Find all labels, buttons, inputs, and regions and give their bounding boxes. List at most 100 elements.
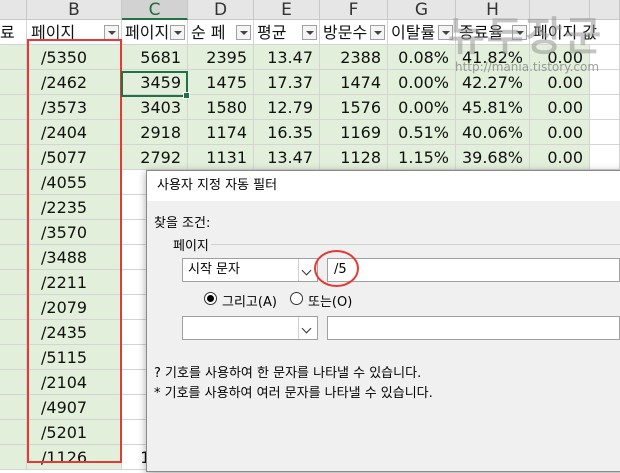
cell-g[interactable]: 0.00% — [388, 70, 456, 95]
column-header-a[interactable] — [0, 0, 27, 20]
cell-d[interactable]: 1131 — [188, 145, 254, 170]
cell-b[interactable]: /5077 — [27, 145, 122, 170]
cell-g[interactable]: 1.15% — [388, 145, 456, 170]
cell-edge[interactable] — [0, 420, 27, 445]
cell-f[interactable]: 1474 — [320, 70, 388, 95]
cell-edge[interactable] — [0, 345, 27, 370]
cell-e[interactable]: 13.47 — [254, 45, 320, 70]
cell-g[interactable]: 0.00% — [388, 95, 456, 120]
cell-i[interactable]: 0.00 — [530, 95, 590, 120]
column-header-b[interactable]: B — [27, 0, 122, 20]
cell-c[interactable]: 2792 — [122, 145, 188, 170]
dialog-title: 사용자 지정 자동 필터 — [147, 171, 620, 201]
cell-d[interactable]: 2395 — [188, 45, 254, 70]
cell-edge[interactable] — [0, 320, 27, 345]
cell-e[interactable]: 12.79 — [254, 95, 320, 120]
cell-edge[interactable] — [0, 120, 27, 145]
cell-c[interactable]: 2918 — [122, 120, 188, 145]
help-text-multiple: * 기호를 사용하여 여러 문자를 나타낼 수 있습니다. — [154, 386, 433, 401]
cell-c[interactable]: 3459 — [122, 70, 188, 95]
cell-f[interactable]: 1128 — [320, 145, 388, 170]
cell-edge[interactable] — [0, 395, 27, 420]
cell-c[interactable]: 5681 — [122, 45, 188, 70]
cell-b[interactable]: /5115 — [27, 345, 122, 370]
header-cell-pageviews: 페이지 — [122, 20, 188, 45]
cell-edge[interactable] — [0, 270, 27, 295]
and-label[interactable]: 그리고(A) — [222, 291, 277, 310]
cell-b[interactable]: /3488 — [27, 245, 122, 270]
help-text-single: ? 기호를 사용하여 한 문자를 나타낼 수 있습니다. — [154, 366, 422, 381]
value1-input[interactable]: /5 — [327, 258, 620, 282]
chevron-down-icon[interactable] — [298, 259, 317, 281]
chevron-down-icon[interactable] — [298, 317, 317, 339]
or-radio[interactable] — [290, 292, 303, 305]
and-radio[interactable] — [204, 292, 217, 305]
cell-b[interactable]: /2404 — [27, 120, 122, 145]
value2-input[interactable] — [327, 316, 620, 340]
cell-edge[interactable] — [590, 120, 620, 145]
cell-edge[interactable] — [590, 145, 620, 170]
cell-e[interactable]: 17.37 — [254, 70, 320, 95]
column-header-c[interactable]: C — [122, 0, 188, 20]
cell-e[interactable]: 16.35 — [254, 120, 320, 145]
table-row: /5077 2792 1131 13.47 1128 1.15% 39.68% 0.00 — [0, 145, 620, 170]
cell-edge[interactable] — [0, 295, 27, 320]
cell-edge[interactable] — [590, 95, 620, 120]
header-cell-a: 료 — [0, 20, 27, 45]
cell-b[interactable]: /3573 — [27, 95, 122, 120]
cell-d[interactable]: 1580 — [188, 95, 254, 120]
cell-edge[interactable] — [0, 370, 27, 395]
cell-b[interactable]: /1126 — [27, 445, 122, 470]
cell-i[interactable]: 0.00 — [530, 120, 590, 145]
cell-edge[interactable] — [0, 170, 27, 195]
column-header-g[interactable]: G — [388, 0, 456, 20]
cell-edge[interactable] — [0, 95, 27, 120]
watermark-logo: 뉴두장군 — [448, 14, 604, 60]
table-row: /3573 3403 1580 12.79 1576 0.00% 45.81% 0.00 — [0, 95, 620, 120]
cell-b[interactable]: /5350 — [27, 45, 122, 70]
cell-i[interactable]: 0.00 — [530, 145, 590, 170]
cell-edge[interactable] — [0, 70, 27, 95]
cell-b[interactable]: /2104 — [27, 370, 122, 395]
cell-g[interactable]: 0.51% — [388, 120, 456, 145]
cell-d[interactable]: 1174 — [188, 120, 254, 145]
column-header-f[interactable]: F — [320, 0, 388, 20]
cell-b[interactable]: /3570 — [27, 220, 122, 245]
cell-b[interactable]: /2435 — [27, 320, 122, 345]
cell-g[interactable]: 0.08% — [388, 45, 456, 70]
cell-d[interactable]: 1475 — [188, 70, 254, 95]
cell-f[interactable]: 2388 — [320, 45, 388, 70]
column-header-d[interactable]: D — [188, 0, 254, 20]
cell-e[interactable]: 13.47 — [254, 145, 320, 170]
cell-edge[interactable] — [0, 220, 27, 245]
cell-b[interactable]: /2211 — [27, 270, 122, 295]
cell-edge[interactable] — [0, 45, 27, 70]
cell-b[interactable]: /2079 — [27, 295, 122, 320]
group-divider — [211, 244, 620, 245]
cell-edge[interactable] — [0, 145, 27, 170]
operator1-select[interactable]: 시작 문자 — [182, 258, 318, 282]
cell-b[interactable]: /4055 — [27, 170, 122, 195]
header-cell-bounce: 이탈률 — [388, 20, 456, 45]
cell-c[interactable]: 3403 — [122, 95, 188, 120]
cell-h[interactable]: 39.68% — [456, 145, 530, 170]
or-label[interactable]: 또는(O) — [308, 291, 352, 310]
cell-edge[interactable] — [0, 445, 27, 470]
cell-h[interactable]: 45.81% — [456, 95, 530, 120]
cell-f[interactable]: 1169 — [320, 120, 388, 145]
cell-h[interactable]: 40.06% — [456, 120, 530, 145]
cell-b[interactable]: /5201 — [27, 420, 122, 445]
cell-b[interactable]: /2235 — [27, 195, 122, 220]
column-header-e[interactable]: E — [254, 0, 320, 20]
cell-b[interactable]: /2462 — [27, 70, 122, 95]
operator2-select[interactable] — [182, 316, 318, 340]
filter-dropdown-button[interactable] — [302, 25, 317, 40]
filter-dropdown-button[interactable] — [370, 25, 385, 40]
cell-f[interactable]: 1576 — [320, 95, 388, 120]
filter-dropdown-button[interactable] — [104, 25, 119, 40]
cell-b[interactable]: /4907 — [27, 395, 122, 420]
filter-dropdown-button[interactable] — [236, 25, 251, 40]
filter-dropdown-button[interactable] — [170, 25, 185, 40]
cell-edge[interactable] — [0, 245, 27, 270]
cell-edge[interactable] — [0, 195, 27, 220]
